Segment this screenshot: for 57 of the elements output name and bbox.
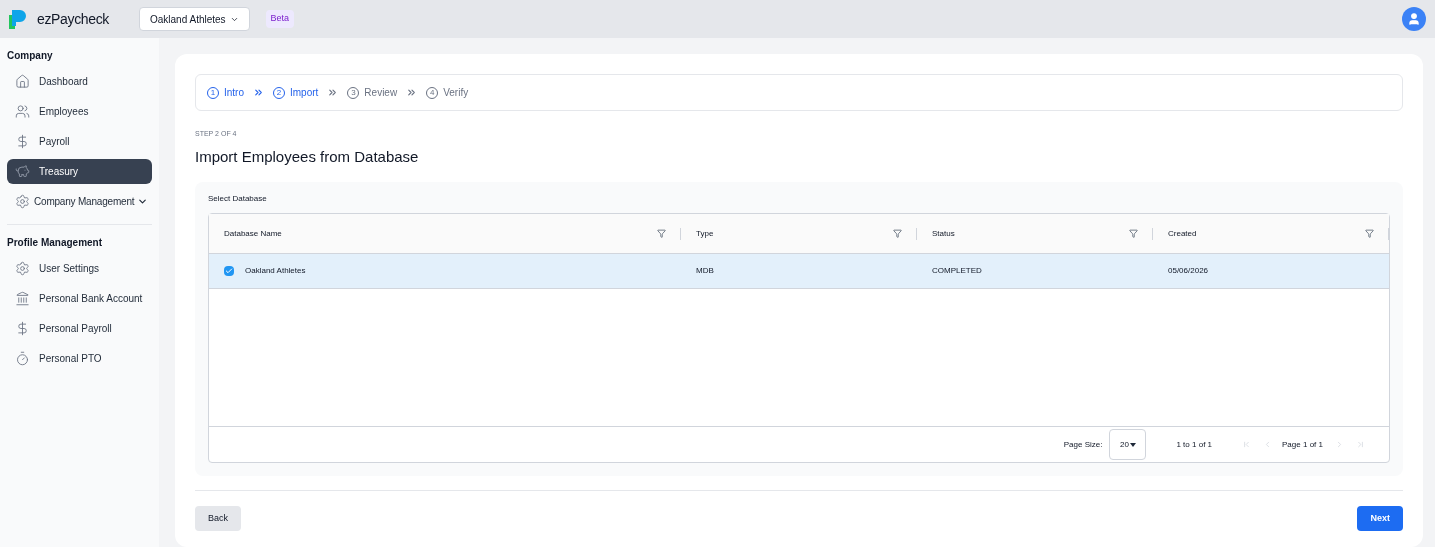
column-header[interactable]: Database Name [224, 227, 657, 240]
double-chevron-icon [253, 87, 264, 98]
filter-icon[interactable] [1129, 229, 1138, 238]
table-row[interactable]: Oakland Athletes MDB COMPLETED 05/06/2026 [209, 254, 1389, 289]
avatar[interactable] [1402, 7, 1426, 31]
next-button[interactable]: Next [1357, 506, 1403, 531]
page-title: Import Employees from Database [195, 146, 420, 167]
table-cell: MDB [696, 265, 714, 277]
sidebar-item[interactable]: Treasury [7, 159, 152, 184]
sidebar-item[interactable]: Personal Payroll [7, 316, 152, 341]
users-icon [15, 104, 30, 119]
logo-icon [9, 9, 29, 29]
sidebar-item[interactable]: Company Management [7, 189, 152, 214]
column-header[interactable]: Type [696, 227, 893, 240]
double-chevron-icon [327, 87, 339, 98]
sidebar-item[interactable]: User Settings [7, 256, 152, 281]
bank-icon [15, 291, 30, 306]
gear-icon [15, 194, 30, 209]
sidebar-section-title: Profile Management [7, 236, 104, 250]
caret-icon [1129, 442, 1136, 447]
gear-icon [15, 261, 30, 276]
step[interactable]: 1 Intro [207, 85, 244, 100]
sidebar-section-title: Company [7, 49, 54, 63]
sidebar-item[interactable]: Employees [7, 99, 152, 124]
page-size-select[interactable]: 20 [1109, 429, 1147, 460]
step[interactable]: 2 Import [273, 85, 319, 100]
back-button[interactable]: Back [195, 506, 241, 531]
step[interactable]: 4 Verify [426, 85, 469, 100]
user-icon [1407, 12, 1421, 26]
double-chevron-icon [406, 87, 418, 98]
timer-icon [15, 351, 30, 366]
brand-name: ezPaycheck [37, 9, 109, 29]
sidebar-item[interactable]: Payroll [7, 129, 152, 154]
column-header[interactable]: Created [1168, 227, 1365, 240]
panel-label: Select Database [208, 193, 268, 205]
sidebar-item[interactable]: Dashboard [7, 69, 152, 94]
home-icon [15, 74, 30, 89]
page-indicator: Page 1 of 1 [1282, 438, 1323, 451]
sidebar-item[interactable]: Personal Bank Account [7, 286, 152, 311]
row-range: 1 to 1 of 1 [1176, 438, 1213, 451]
filter-icon[interactable] [893, 229, 902, 238]
step[interactable]: 3 Review [347, 85, 398, 100]
table-cell: 05/06/2026 [1168, 265, 1209, 277]
dollar-icon [15, 134, 30, 149]
filter-icon[interactable] [657, 229, 666, 238]
beta-badge: Beta [265, 10, 295, 28]
dollar-icon [15, 321, 30, 336]
page-size-label: Page Size: [1063, 438, 1103, 451]
table-cell: Oakland Athletes [245, 265, 306, 277]
column-header[interactable]: Status [932, 227, 1129, 240]
check-icon [225, 267, 233, 275]
piggy-bank-icon [15, 164, 30, 179]
filter-icon[interactable] [1365, 229, 1374, 238]
row-checkbox[interactable] [224, 266, 234, 276]
table-cell: COMPLETED [932, 265, 982, 277]
sidebar-item[interactable]: Personal PTO [7, 346, 152, 371]
company-dropdown[interactable]: Oakland Athletes [139, 7, 250, 31]
